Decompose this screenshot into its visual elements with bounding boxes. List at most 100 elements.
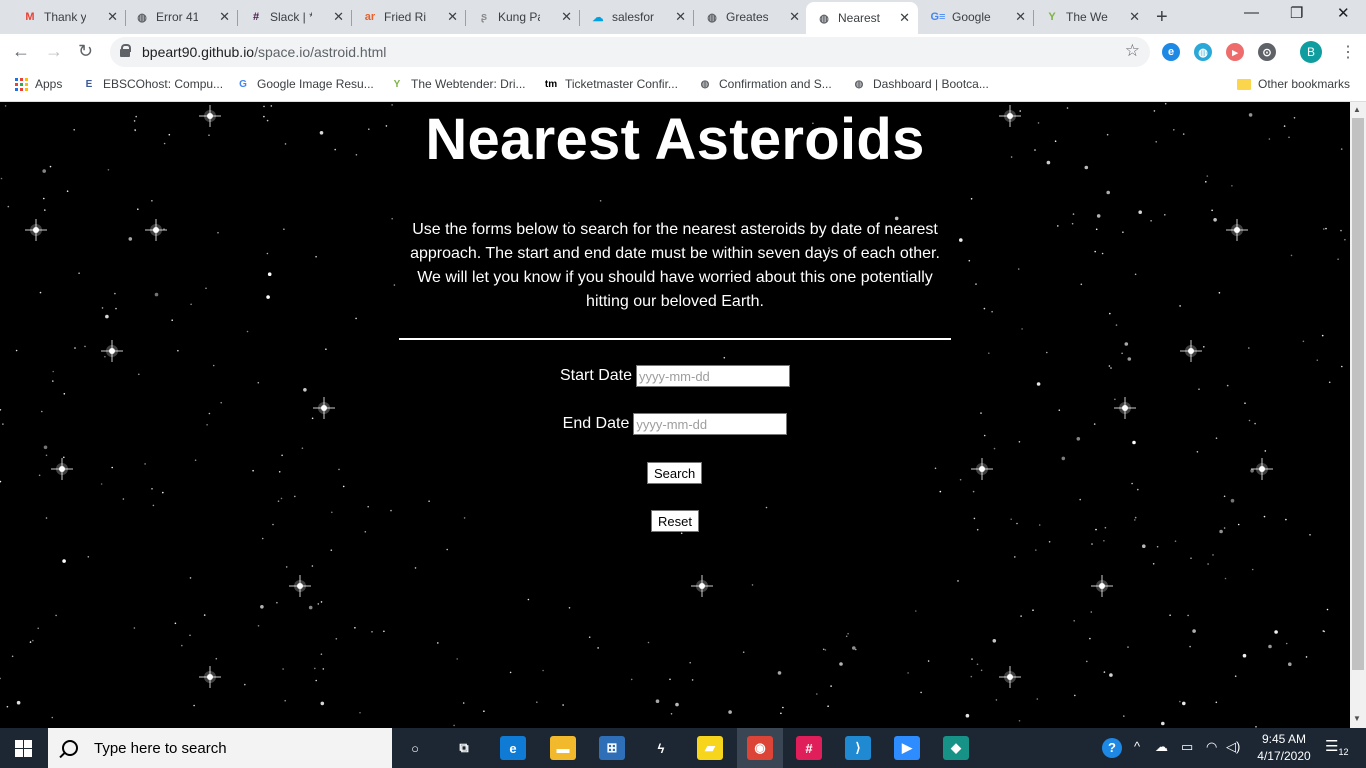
globe-icon: ◍ xyxy=(700,78,710,90)
tab-4[interactable]: ar Fried Rice ✕ xyxy=(352,4,466,30)
profile-avatar[interactable]: B xyxy=(1300,41,1322,63)
browser-toolbar: ← → ↻ bpeart90.github.io/space.io/astroi… xyxy=(0,34,1366,70)
windows-start-icon[interactable] xyxy=(15,740,32,757)
end-date-row: End Date xyxy=(0,413,1350,435)
edge-icon[interactable]: e xyxy=(500,736,526,760)
page-content: Nearest Asteroids Use the forms below to… xyxy=(0,102,1350,728)
url-text[interactable]: bpeart90.github.io/space.io/astroid.html xyxy=(142,44,386,60)
reader-extension-icon[interactable]: ⊙ xyxy=(1258,43,1276,61)
store-icon[interactable]: ⊞ xyxy=(599,736,625,760)
cast-extension-icon[interactable]: ▸ xyxy=(1226,43,1244,61)
bookmark-item[interactable]: G Google Image Resu... xyxy=(236,77,374,91)
other-bookmarks[interactable]: Other bookmarks xyxy=(1237,77,1350,91)
url-host: bpeart90.github.io xyxy=(142,44,255,60)
tab-6[interactable]: ☁ salesforce ✕ xyxy=(580,4,694,30)
tab-10[interactable]: Y The Webt ✕ xyxy=(1034,4,1148,30)
scroll-down-arrow[interactable]: ▼ xyxy=(1353,714,1361,723)
wifi-icon[interactable]: ◠ xyxy=(1206,739,1217,755)
tab-5[interactable]: ʂ Kung Pao ✕ xyxy=(466,4,580,30)
start-date-label: Start Date xyxy=(559,367,633,384)
bookmark-label: Apps xyxy=(35,77,63,91)
tab-close-icon[interactable]: ✕ xyxy=(1129,9,1140,25)
clock-date: 4/17/2020 xyxy=(1257,749,1311,763)
tab-9[interactable]: G≡ Google N ✕ xyxy=(920,4,1034,30)
tab-3[interactable]: # Slack | * D ✕ xyxy=(238,4,352,30)
help-icon[interactable]: ? xyxy=(1102,738,1122,758)
window-close-button[interactable]: ✕ xyxy=(1337,4,1350,22)
ebsco-icon: E xyxy=(85,78,93,90)
onedrive-icon[interactable]: ☁ xyxy=(1155,739,1168,755)
end-date-input[interactable] xyxy=(633,413,788,435)
pinned-app-icon[interactable]: ϟ xyxy=(648,736,674,760)
edge-extension-icon[interactable]: e xyxy=(1162,43,1180,61)
tab-close-icon[interactable]: ✕ xyxy=(561,9,572,25)
battery-icon[interactable]: ▭ xyxy=(1181,739,1193,755)
tab-1[interactable]: M Thank yo ✕ xyxy=(12,4,126,30)
cortana-icon[interactable]: ○ xyxy=(402,736,428,760)
zoom-icon[interactable]: ▶ xyxy=(894,736,920,760)
reset-button[interactable]: Reset xyxy=(651,510,699,532)
bookmark-item[interactable]: ◍ Dashboard | Bootca... xyxy=(852,77,989,91)
search-button[interactable]: Search xyxy=(647,462,703,484)
tab-close-icon[interactable]: ✕ xyxy=(789,9,800,25)
tab-close-icon[interactable]: ✕ xyxy=(107,9,118,25)
bookmark-label: EBSCOhost: Compu... xyxy=(103,77,224,91)
clock-time: 9:45 AM xyxy=(1261,732,1307,746)
tab-8[interactable]: ◍ Nearest A ✕ xyxy=(806,2,918,34)
tab-close-icon[interactable]: ✕ xyxy=(899,10,910,26)
tab-close-icon[interactable]: ✕ xyxy=(675,9,686,25)
bookmark-label: Confirmation and S... xyxy=(719,77,832,91)
tab-label: Google N xyxy=(952,10,994,24)
back-button[interactable]: ← xyxy=(12,41,30,62)
bookmark-label: Dashboard | Bootca... xyxy=(873,77,989,91)
scrollbar-thumb[interactable] xyxy=(1352,118,1364,670)
file-explorer-icon[interactable]: ▬ xyxy=(550,736,576,760)
tab-label: Slack | * D xyxy=(270,10,312,24)
start-date-row: Start Date xyxy=(0,365,1350,387)
volume-icon[interactable]: ◁) xyxy=(1226,739,1240,755)
sticky-notes-icon[interactable]: ▰ xyxy=(697,736,723,760)
task-view-icon[interactable]: ⧉ xyxy=(451,736,477,760)
address-bar[interactable]: bpeart90.github.io/space.io/astroid.html… xyxy=(110,37,1150,67)
taskbar-search-box[interactable]: Type here to search xyxy=(48,728,392,768)
taskbar-clock[interactable]: 9:45 AM 4/17/2020 xyxy=(1244,731,1324,765)
forward-button[interactable]: → xyxy=(45,41,63,62)
slack-icon[interactable]: # xyxy=(796,736,822,760)
bookmark-star-icon[interactable]: ☆ xyxy=(1125,41,1140,61)
tab-close-icon[interactable]: ✕ xyxy=(333,9,344,25)
tab-2[interactable]: ◍ Error 410 ✕ xyxy=(124,4,238,30)
tab-close-icon[interactable]: ✕ xyxy=(447,9,458,25)
tab-close-icon[interactable]: ✕ xyxy=(1015,9,1026,25)
tab-close-icon[interactable]: ✕ xyxy=(219,9,230,25)
search-icon xyxy=(62,740,78,756)
page-scrollbar[interactable]: ▲ ▼ xyxy=(1350,102,1366,728)
ticketmaster-icon: tm xyxy=(544,78,558,90)
tab-7[interactable]: ◍ Greatest ✕ xyxy=(694,4,808,30)
start-date-input[interactable] xyxy=(636,365,791,387)
gitkraken-icon[interactable]: ◆ xyxy=(943,736,969,760)
lock-icon[interactable] xyxy=(120,44,131,57)
chrome-menu-icon[interactable]: ⋮ xyxy=(1340,42,1356,62)
vscode-icon[interactable]: ⟩ xyxy=(845,736,871,760)
minimize-button[interactable]: — xyxy=(1244,4,1259,21)
globe-icon: ◍ xyxy=(854,78,864,90)
chrome-icon[interactable]: ◉ xyxy=(747,736,773,760)
notification-center-icon[interactable]: ☰12 xyxy=(1325,737,1348,757)
bookmark-item[interactable]: E EBSCOhost: Compu... xyxy=(82,77,223,91)
google-news-icon: G≡ xyxy=(930,11,946,23)
bookmark-label: Google Image Resu... xyxy=(257,77,374,91)
webtender-icon: Y xyxy=(1048,11,1056,23)
slack-icon: # xyxy=(252,11,260,23)
tray-chevron-icon[interactable]: ^ xyxy=(1134,739,1140,754)
new-tab-button[interactable]: + xyxy=(1156,6,1168,29)
bookmark-item[interactable]: Apps xyxy=(14,77,62,91)
scroll-up-arrow[interactable]: ▲ xyxy=(1353,105,1361,114)
restore-button[interactable]: ❐ xyxy=(1290,4,1303,22)
page-title: Nearest Asteroids xyxy=(425,107,925,172)
notification-count: 12 xyxy=(1338,747,1349,757)
globe-extension-icon[interactable]: ◍ xyxy=(1194,43,1212,61)
bookmark-item[interactable]: tm Ticketmaster Confir... xyxy=(544,77,678,91)
reload-button[interactable]: ↻ xyxy=(78,41,93,62)
bookmark-item[interactable]: Y The Webtender: Dri... xyxy=(390,77,526,91)
bookmark-item[interactable]: ◍ Confirmation and S... xyxy=(698,77,832,91)
